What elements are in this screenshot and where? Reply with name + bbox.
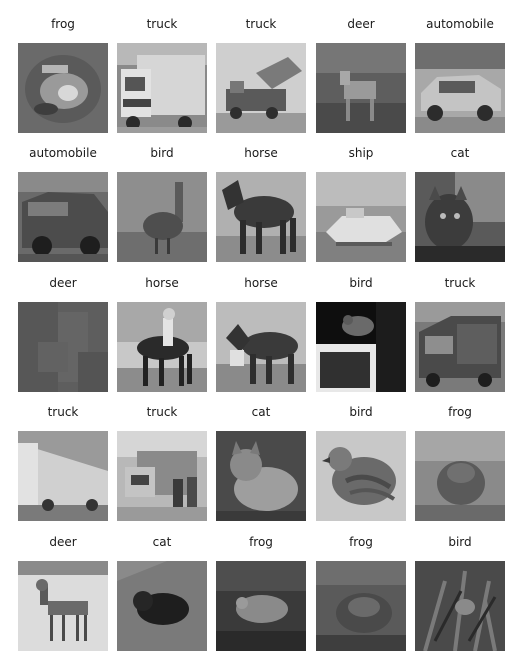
thumbnail-image (117, 561, 207, 651)
thumbnail-image (216, 172, 306, 262)
cell-label: automobile (426, 17, 494, 31)
thumbnail-image (316, 43, 406, 133)
thumbnail-image (18, 43, 108, 133)
thumbnail-image (316, 561, 406, 651)
cell-label: frog (448, 405, 472, 419)
thumbnail-image (316, 431, 406, 521)
thumbnail-image (415, 302, 505, 392)
thumbnail-image (316, 302, 406, 392)
thumbnail-image (415, 43, 505, 133)
thumbnail-image (415, 172, 505, 262)
thumbnail-image (216, 431, 306, 521)
thumbnail-image (117, 431, 207, 521)
thumbnail-image (117, 302, 207, 392)
thumbnail-image (216, 302, 306, 392)
thumbnail-image (316, 172, 406, 262)
thumbnail-image (216, 43, 306, 133)
thumbnail-image (18, 172, 108, 262)
thumbnail-image (18, 431, 108, 521)
thumbnail-image (18, 302, 108, 392)
thumbnail-image (18, 561, 108, 651)
thumbnail-image (216, 561, 306, 651)
cell-label: truck (444, 276, 476, 290)
image-grid: frog truck truck deer automobile automob… (0, 0, 523, 669)
cell-label: bird (448, 535, 472, 549)
thumbnail-image (415, 561, 505, 651)
thumbnail-image (415, 431, 505, 521)
thumbnail-image (117, 43, 207, 133)
thumbnail-image (117, 172, 207, 262)
cell-label: cat (450, 146, 470, 160)
